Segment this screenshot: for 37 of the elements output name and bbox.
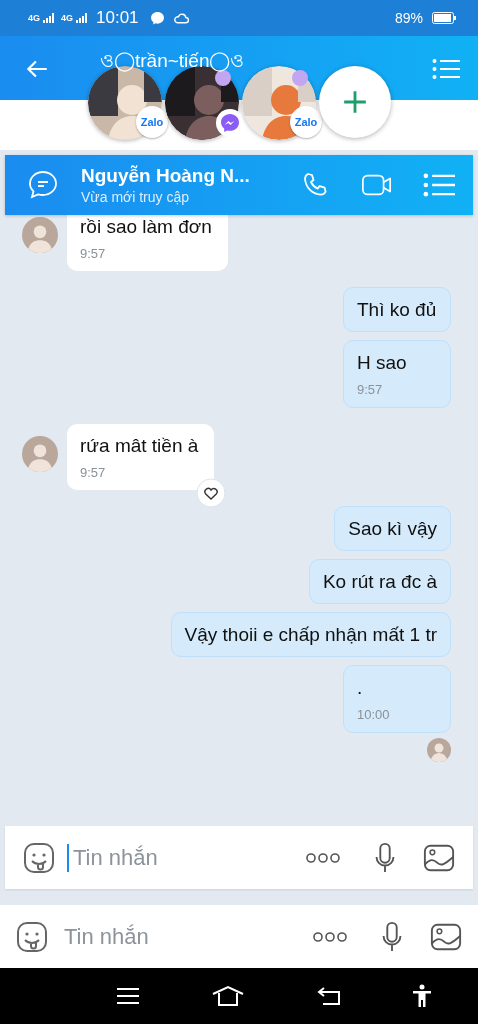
contact-status: Vừa mới truy cập bbox=[81, 189, 191, 205]
signal-icon bbox=[43, 13, 55, 23]
message-time: 9:57 bbox=[80, 246, 107, 261]
plus-icon bbox=[342, 89, 368, 115]
network-label: 4G bbox=[28, 13, 40, 23]
network-label: 4G bbox=[61, 13, 74, 23]
signal-icon bbox=[76, 13, 89, 23]
chat-bubble-icon[interactable] bbox=[27, 169, 59, 201]
message-text: H sao bbox=[357, 352, 408, 374]
contact-name: Nguyễn Hoàng N... bbox=[81, 165, 250, 187]
message-time: 9:57 bbox=[357, 382, 384, 397]
more-icon[interactable] bbox=[305, 851, 341, 864]
sticker-icon[interactable] bbox=[16, 920, 48, 953]
battery-label: 89% bbox=[394, 10, 423, 26]
sticker-icon[interactable] bbox=[23, 841, 55, 874]
conversation-title: ও◯trần~tiến◯ও bbox=[100, 49, 245, 74]
message-input[interactable]: Tin nhắn bbox=[60, 919, 312, 954]
menu-icon[interactable] bbox=[115, 986, 140, 1006]
more-icon[interactable] bbox=[312, 930, 348, 943]
message-text: rồi sao làm đơn bbox=[80, 216, 212, 238]
home-icon[interactable] bbox=[211, 985, 246, 1007]
battery-icon bbox=[432, 12, 456, 24]
clock: 10:01 bbox=[96, 8, 139, 28]
message-input[interactable]: Tin nhắn bbox=[69, 840, 305, 875]
message-text: . bbox=[357, 677, 364, 699]
back-icon[interactable] bbox=[316, 986, 341, 1006]
message-text: Ko rút ra đc à bbox=[322, 571, 437, 593]
message-text: Thì ko đủ bbox=[357, 299, 437, 321]
message-text: Vậy thoii e chấp nhận mất 1 tr bbox=[184, 624, 437, 646]
message-time: 10:00 bbox=[357, 707, 391, 722]
message-composer[interactable]: Tin nhắn bbox=[0, 905, 478, 968]
message-text: rứa mât tiền à bbox=[80, 435, 199, 457]
chat-bubble-icon bbox=[149, 10, 165, 26]
accessibility-icon[interactable] bbox=[412, 984, 433, 1008]
message-text: Sao kì vậy bbox=[348, 518, 437, 540]
message-time: 9:57 bbox=[80, 465, 107, 480]
message-composer[interactable]: Tin nhắn bbox=[5, 826, 473, 889]
